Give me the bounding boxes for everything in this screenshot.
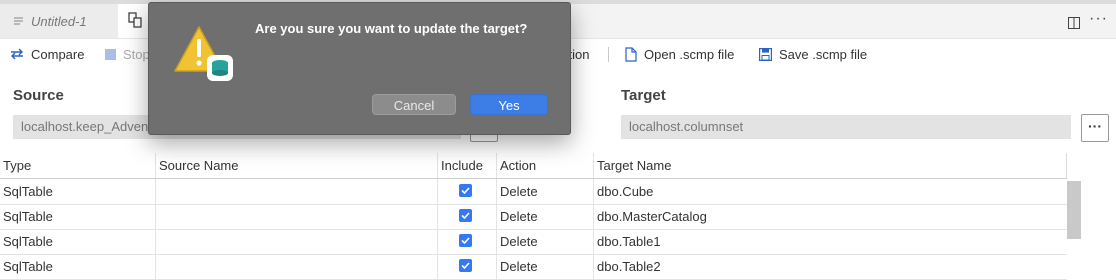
cell-include	[438, 179, 497, 204]
compare-button[interactable]: Compare	[10, 39, 84, 69]
table-row[interactable]: SqlTable Delete dbo.Table1	[0, 229, 1067, 255]
cell-action: Delete	[497, 229, 594, 254]
grid-scrollbar-thumb[interactable]	[1067, 181, 1081, 239]
table-row[interactable]: SqlTable Delete dbo.Table2	[0, 254, 1067, 280]
column-header-source-name[interactable]: Source Name	[156, 153, 438, 178]
column-header-include[interactable]: Include	[438, 153, 497, 178]
stop-button[interactable]: Stop	[105, 39, 150, 69]
table-row[interactable]: SqlTable Delete dbo.Cube	[0, 179, 1067, 205]
open-scmp-label: Open .scmp file	[644, 46, 735, 62]
open-scmp-button[interactable]: Open .scmp file	[625, 39, 734, 69]
split-editor-icon[interactable]	[1068, 16, 1080, 29]
cell-target-name: dbo.Cube	[597, 184, 654, 199]
stop-icon	[105, 48, 116, 60]
cell-type: SqlTable	[0, 229, 156, 254]
cell-type: SqlTable	[0, 254, 156, 279]
save-icon	[759, 47, 772, 61]
warning-icon	[173, 25, 237, 90]
include-checkbox[interactable]	[459, 259, 472, 272]
compare-label: Compare	[31, 46, 85, 62]
save-scmp-button[interactable]: Save .scmp file	[759, 39, 867, 69]
cell-action: Delete	[497, 204, 594, 229]
open-file-icon	[625, 46, 637, 62]
yes-button[interactable]: Yes	[470, 94, 548, 115]
include-checkbox[interactable]	[459, 234, 472, 247]
cell-action: Delete	[497, 254, 594, 279]
tab-untitled-1[interactable]: Untitled-1	[0, 4, 118, 38]
cell-target-name: dbo.MasterCatalog	[597, 209, 707, 224]
include-checkbox[interactable]	[459, 184, 472, 197]
column-header-type[interactable]: Type	[0, 153, 156, 178]
cell-source-name	[156, 179, 438, 204]
cell-action: Delete	[497, 179, 594, 204]
tab-label: Untitled-1	[31, 13, 87, 29]
cell-target-name: dbo.Table1	[597, 234, 661, 249]
column-header-action[interactable]: Action	[497, 153, 594, 178]
cell-target-name: dbo.Table2	[597, 259, 661, 274]
cell-type: SqlTable	[0, 204, 156, 229]
cell-include	[438, 254, 497, 279]
include-checkbox[interactable]	[459, 209, 472, 222]
table-row[interactable]: SqlTable Delete dbo.MasterCatalog	[0, 204, 1067, 230]
more-actions-icon[interactable]: ···	[1089, 10, 1108, 28]
schema-compare-icon	[128, 11, 142, 31]
cell-include	[438, 229, 497, 254]
cell-source-name	[156, 254, 438, 279]
cell-type: SqlTable	[0, 179, 156, 204]
column-header-target-name[interactable]: Target Name	[594, 153, 1067, 178]
grid-header-row: Type Source Name Include Action Target N…	[0, 153, 1067, 179]
cell-include	[438, 204, 497, 229]
target-endpoint-field[interactable]: localhost.columnset	[621, 115, 1071, 139]
dialog-message: Are you sure you want to update the targ…	[255, 21, 528, 36]
cancel-button[interactable]: Cancel	[372, 94, 456, 115]
save-scmp-label: Save .scmp file	[779, 46, 868, 62]
source-heading: Source	[13, 87, 64, 104]
stop-label: Stop	[123, 46, 150, 62]
cell-source-name	[156, 229, 438, 254]
cell-source-name	[156, 204, 438, 229]
confirm-update-dialog: Are you sure you want to update the targ…	[148, 2, 571, 135]
target-heading: Target	[621, 87, 666, 104]
toolbar-separator	[608, 47, 609, 62]
compare-icon	[11, 48, 23, 60]
file-lines-icon	[14, 14, 23, 29]
target-browse-button[interactable]: ···	[1081, 114, 1109, 142]
